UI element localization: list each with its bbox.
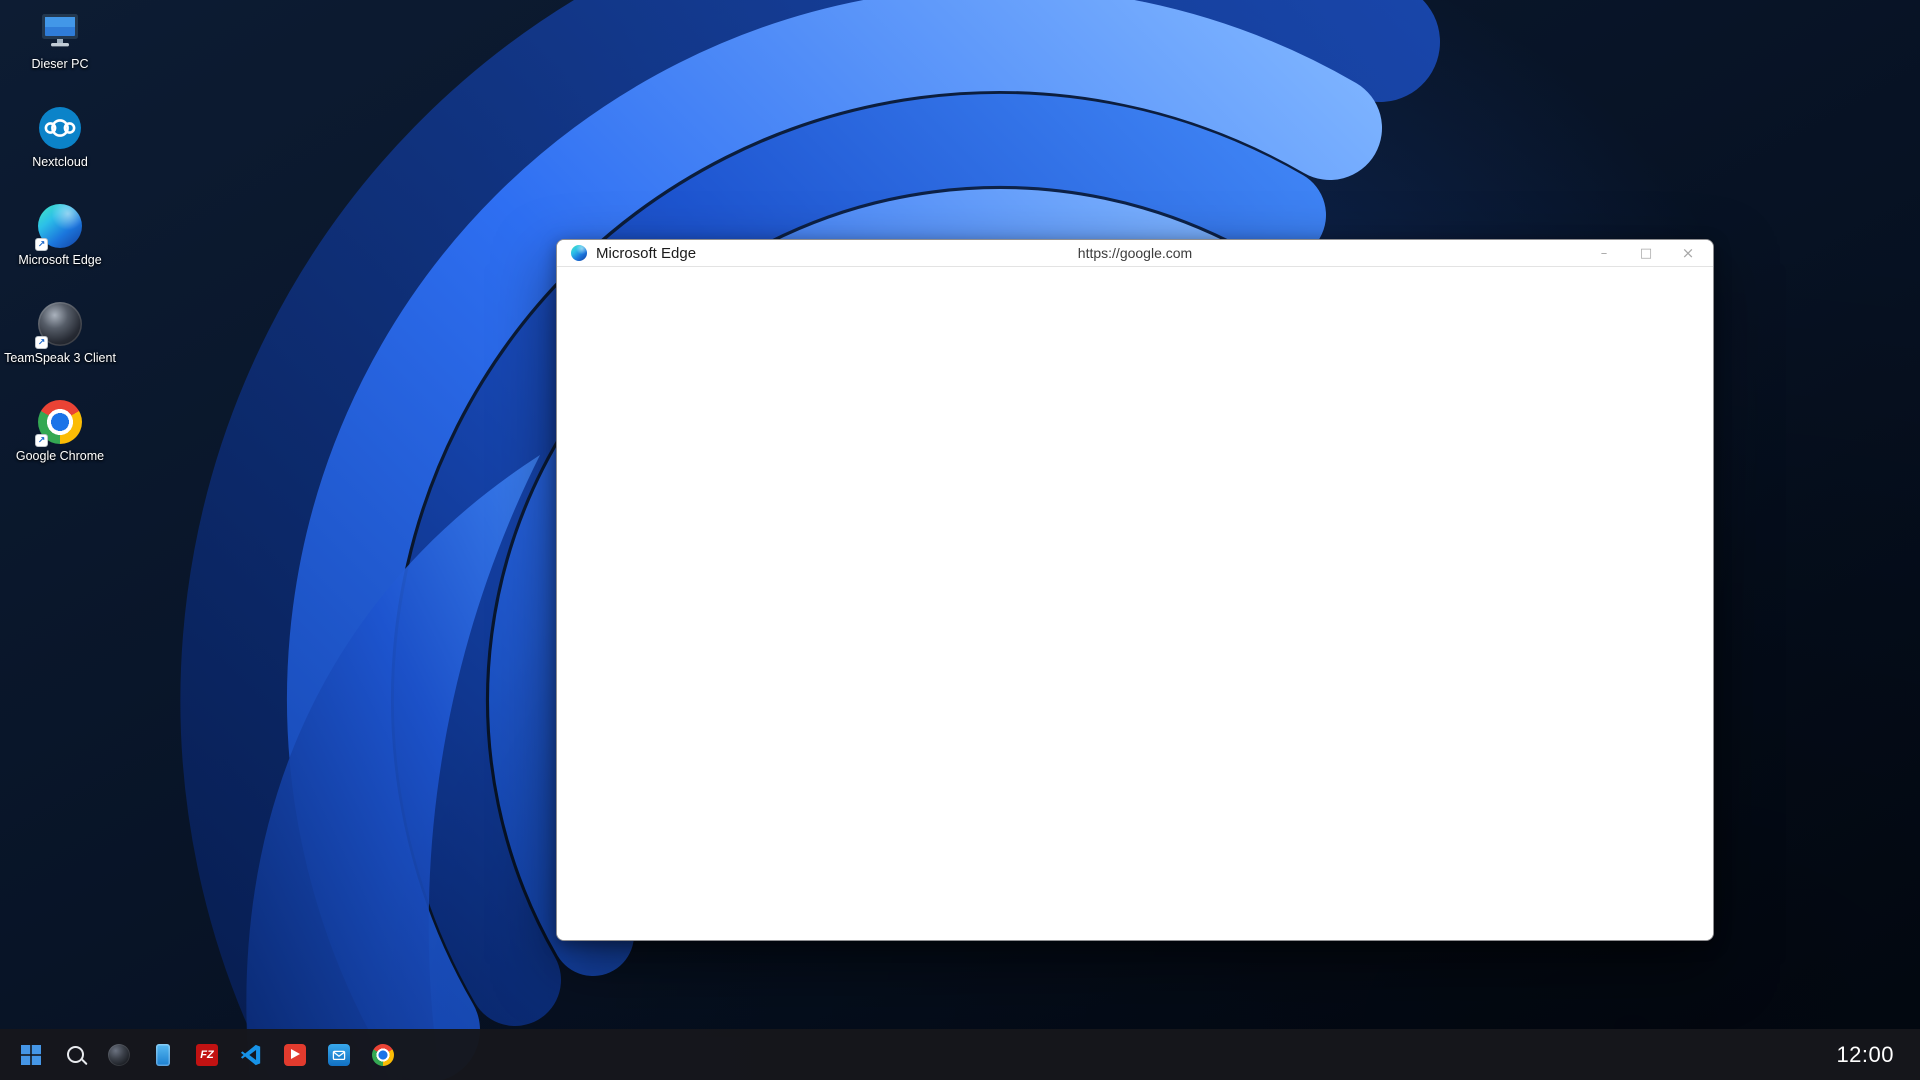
desktop-icon-dieser-pc[interactable]: Dieser PC [10,8,110,86]
taskbar-app-filezilla[interactable]: FZ [188,1033,226,1077]
taskbar-app-mail[interactable] [320,1033,358,1077]
desktop-icon-label: Dieser PC [32,57,89,71]
teamspeak-icon: ↗ [38,302,82,346]
minimize-button[interactable]: – [1583,240,1625,266]
taskbar-clock[interactable]: 12:00 [1836,1042,1920,1068]
vscode-icon [240,1044,262,1066]
desktop-icon-label: Nextcloud [32,155,88,169]
window-controls: – □ × [1583,240,1709,266]
filezilla-icon: FZ [196,1044,218,1066]
desktop-icon-list: Dieser PC Nextcloud ↗ Microsoft Edge [10,8,110,498]
search-icon [67,1046,84,1063]
chrome-icon [372,1044,394,1066]
taskbar-app-vscode[interactable] [232,1033,270,1077]
edge-app-icon [571,245,587,261]
desktop-icon-microsoft-edge[interactable]: ↗ Microsoft Edge [10,204,110,282]
desktop-icon-label: Microsoft Edge [18,253,101,267]
red-arrow-app-icon [284,1044,306,1066]
mail-icon [328,1044,350,1066]
nextcloud-icon [38,106,82,150]
windows-logo-icon [21,1045,41,1065]
this-pc-icon [38,8,82,52]
taskbar-app-chrome[interactable] [364,1033,402,1077]
phone-icon [156,1044,170,1066]
taskbar-app-red-arrow[interactable] [276,1033,314,1077]
desktop-icon-label: Google Chrome [16,449,104,463]
taskbar-app-phone-link[interactable] [144,1033,182,1077]
browser-viewport [557,267,1713,941]
maximize-button[interactable]: □ [1625,240,1667,266]
search-button[interactable] [56,1033,94,1077]
window-address-text: https://google.com [1078,245,1192,261]
shortcut-arrow-badge: ↗ [35,434,48,447]
shortcut-arrow-badge: ↗ [35,336,48,349]
shortcut-arrow-badge: ↗ [35,238,48,251]
window-title: Microsoft Edge [596,245,696,262]
edge-window: Microsoft Edge https://google.com – □ × [556,239,1714,941]
chrome-icon: ↗ [38,400,82,444]
close-button[interactable]: × [1667,240,1709,266]
desktop: Dieser PC Nextcloud ↗ Microsoft Edge [0,0,1920,1080]
desktop-icon-label: TeamSpeak 3 Client [4,351,116,365]
taskbar-app-dark-sphere[interactable] [100,1033,138,1077]
desktop-icon-teamspeak[interactable]: ↗ TeamSpeak 3 Client [10,302,110,380]
start-button[interactable] [12,1033,50,1077]
edge-icon: ↗ [38,204,82,248]
window-titlebar[interactable]: Microsoft Edge https://google.com – □ × [557,240,1713,267]
desktop-icon-google-chrome[interactable]: ↗ Google Chrome [10,400,110,478]
dark-sphere-app-icon [108,1044,130,1066]
desktop-icon-nextcloud[interactable]: Nextcloud [10,106,110,184]
taskbar: FZ 12:00 [0,1029,1920,1080]
